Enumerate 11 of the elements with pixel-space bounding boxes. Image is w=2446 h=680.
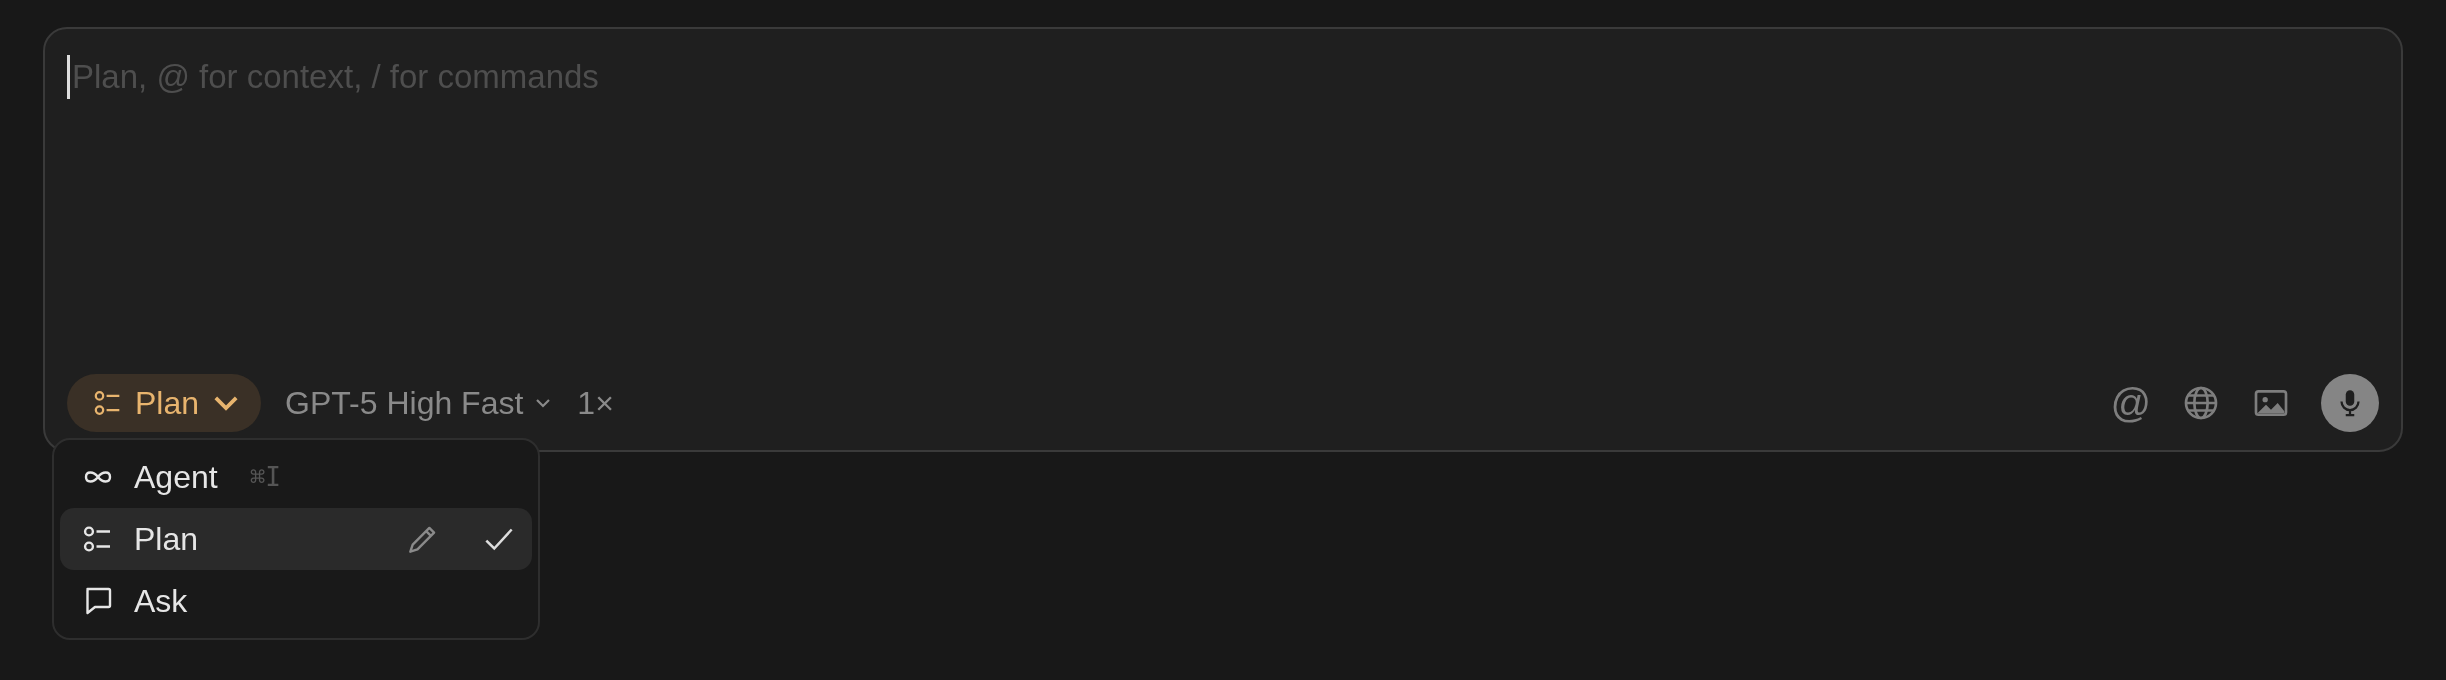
mode-button[interactable]: Plan — [67, 374, 262, 432]
menu-item-label: Plan — [134, 520, 199, 558]
menu-item[interactable]: Plan — [60, 508, 532, 570]
menu-item[interactable]: Ask — [60, 570, 532, 632]
shortcut-label: ⌘I — [249, 462, 281, 492]
multiplier-label: 1× — [577, 384, 614, 422]
mention-button[interactable]: @ — [2110, 383, 2151, 423]
model-selector[interactable]: GPT-5 High Fast — [285, 384, 554, 422]
menu-item-label: Ask — [134, 582, 188, 620]
menu-item[interactable]: Agent ⌘I — [60, 446, 532, 508]
menu-item-label: Agent — [134, 458, 218, 496]
